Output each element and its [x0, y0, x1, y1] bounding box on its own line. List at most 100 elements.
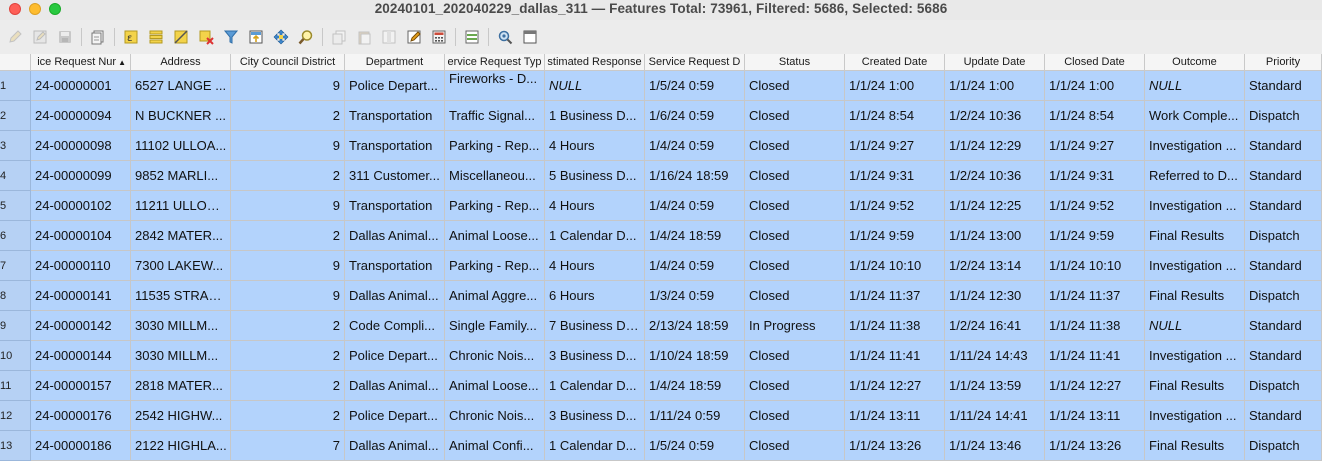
row-number-header[interactable]: 4: [0, 161, 31, 191]
table-cell[interactable]: Parking - Rep...: [445, 131, 545, 161]
table-cell[interactable]: NULL: [545, 71, 645, 101]
table-cell[interactable]: 24-00000098: [31, 131, 131, 161]
row-number-header[interactable]: 12: [0, 401, 31, 431]
table-cell[interactable]: Dallas Animal...: [345, 281, 445, 311]
table-cell[interactable]: Investigation ...: [1145, 251, 1245, 281]
table-cell[interactable]: 1/1/24 9:52: [845, 191, 945, 221]
table-cell[interactable]: 1/11/24 0:59: [645, 401, 745, 431]
table-cell[interactable]: 24-00000176: [31, 401, 131, 431]
table-cell[interactable]: 1/1/24 9:59: [845, 221, 945, 251]
table-cell[interactable]: 1 Calendar D...: [545, 221, 645, 251]
table-cell[interactable]: 9: [231, 131, 345, 161]
table-cell[interactable]: 1/1/24 12:25: [945, 191, 1045, 221]
table-cell[interactable]: 2: [231, 161, 345, 191]
column-header[interactable]: City Council District: [231, 54, 345, 71]
table-cell[interactable]: 24-00000104: [31, 221, 131, 251]
table-cell[interactable]: 24-00000141: [31, 281, 131, 311]
table-cell[interactable]: 1 Business D...: [545, 101, 645, 131]
select-all-button[interactable]: [144, 26, 167, 48]
pan-to-selected-button[interactable]: [269, 26, 292, 48]
table-cell[interactable]: Dallas Animal...: [345, 431, 445, 461]
column-header[interactable]: Outcome: [1145, 54, 1245, 71]
table-cell[interactable]: 2: [231, 101, 345, 131]
row-number-header[interactable]: 11: [0, 371, 31, 401]
table-cell[interactable]: 24-00000110: [31, 251, 131, 281]
table-cell[interactable]: Standard: [1245, 251, 1322, 281]
table-cell[interactable]: Closed: [745, 251, 845, 281]
table-cell[interactable]: 1/1/24 9:59: [1045, 221, 1145, 251]
table-cell[interactable]: 24-00000186: [31, 431, 131, 461]
table-cell[interactable]: Closed: [745, 191, 845, 221]
column-header[interactable]: Department: [345, 54, 445, 71]
table-cell[interactable]: Dispatch: [1245, 221, 1322, 251]
table-cell[interactable]: 1 Calendar D...: [545, 371, 645, 401]
table-cell[interactable]: 4 Hours: [545, 131, 645, 161]
table-cell[interactable]: 11211 ULLOA ...: [131, 191, 231, 221]
table-cell[interactable]: Standard: [1245, 131, 1322, 161]
table-cell[interactable]: 1/4/24 18:59: [645, 221, 745, 251]
table-cell[interactable]: 3030 MILLM...: [131, 311, 231, 341]
save-edits-button[interactable]: [53, 26, 76, 48]
table-cell[interactable]: 2818 MATER...: [131, 371, 231, 401]
table-cell[interactable]: 1/1/24 11:37: [845, 281, 945, 311]
table-row[interactable]: 7 24-00000110 7300 LAKEW... 9 Transportation…: [0, 251, 1322, 281]
table-cell[interactable]: Transportation: [345, 191, 445, 221]
column-header[interactable]: ervice Request Typ: [445, 54, 545, 71]
table-cell[interactable]: 4 Hours: [545, 191, 645, 221]
table-cell[interactable]: Referred to D...: [1145, 161, 1245, 191]
table-cell[interactable]: Dallas Animal...: [345, 371, 445, 401]
table-cell[interactable]: 1/1/24 13:26: [845, 431, 945, 461]
column-header[interactable]: Service Request D: [645, 54, 745, 71]
table-cell[interactable]: 1/3/24 0:59: [645, 281, 745, 311]
table-cell[interactable]: 2842 MATER...: [131, 221, 231, 251]
table-cell[interactable]: 1/1/24 9:52: [1045, 191, 1145, 221]
table-cell[interactable]: 1/1/24 11:41: [845, 341, 945, 371]
table-cell[interactable]: 1/1/24 11:41: [1045, 341, 1145, 371]
table-cell[interactable]: 2/13/24 18:59: [645, 311, 745, 341]
table-cell[interactable]: Standard: [1245, 191, 1322, 221]
table-row[interactable]: 2 24-00000094 N BUCKNER ... 2 Transportation…: [0, 101, 1322, 131]
table-cell[interactable]: 2: [231, 341, 345, 371]
table-row[interactable]: 10 24-00000144 3030 MILLM... 2 Police Depart…: [0, 341, 1322, 371]
row-number-header-corner[interactable]: [0, 54, 31, 71]
reload-table-button[interactable]: [86, 26, 109, 48]
table-cell[interactable]: 2: [231, 371, 345, 401]
table-cell[interactable]: 3 Business D...: [545, 401, 645, 431]
conditional-formatting-button[interactable]: [460, 26, 483, 48]
table-cell[interactable]: Animal Loose...: [445, 371, 545, 401]
table-cell[interactable]: Parking - Rep...: [445, 191, 545, 221]
table-cell[interactable]: 1/4/24 18:59: [645, 371, 745, 401]
table-cell[interactable]: Police Depart...: [345, 401, 445, 431]
table-cell[interactable]: 1/1/24 9:27: [845, 131, 945, 161]
table-cell[interactable]: 7 Business De...: [545, 311, 645, 341]
table-cell[interactable]: Standard: [1245, 341, 1322, 371]
table-cell[interactable]: Dispatch: [1245, 431, 1322, 461]
table-cell[interactable]: Chronic Nois...: [445, 401, 545, 431]
table-cell[interactable]: 1/2/24 10:36: [945, 161, 1045, 191]
column-header[interactable]: Created Date: [845, 54, 945, 71]
invert-selection-button[interactable]: [169, 26, 192, 48]
table-cell[interactable]: 9: [231, 191, 345, 221]
table-cell[interactable]: Closed: [745, 341, 845, 371]
table-cell[interactable]: Final Results: [1145, 431, 1245, 461]
table-cell[interactable]: Animal Aggre...: [445, 281, 545, 311]
table-cell[interactable]: 2: [231, 401, 345, 431]
table-cell[interactable]: 1/4/24 0:59: [645, 131, 745, 161]
column-header[interactable]: Closed Date: [1045, 54, 1145, 71]
table-cell[interactable]: 1/1/24 12:27: [845, 371, 945, 401]
table-cell[interactable]: 2542 HIGHW...: [131, 401, 231, 431]
table-cell[interactable]: 1/4/24 0:59: [645, 251, 745, 281]
row-number-header[interactable]: 1: [0, 71, 31, 101]
table-cell[interactable]: 6 Hours: [545, 281, 645, 311]
table-cell[interactable]: 2: [231, 221, 345, 251]
column-header[interactable]: Address: [131, 54, 231, 71]
column-header[interactable]: Priority: [1245, 54, 1322, 71]
table-row[interactable]: 11 24-00000157 2818 MATER... 2 Dallas Animal…: [0, 371, 1322, 401]
table-cell[interactable]: 1/1/24 13:26: [1045, 431, 1145, 461]
table-cell[interactable]: 1/6/24 0:59: [645, 101, 745, 131]
table-cell[interactable]: 11535 STRAN...: [131, 281, 231, 311]
table-cell[interactable]: Closed: [745, 221, 845, 251]
table-cell[interactable]: 311 Customer...: [345, 161, 445, 191]
table-cell[interactable]: Traffic Signal...: [445, 101, 545, 131]
new-field-button[interactable]: [402, 26, 425, 48]
